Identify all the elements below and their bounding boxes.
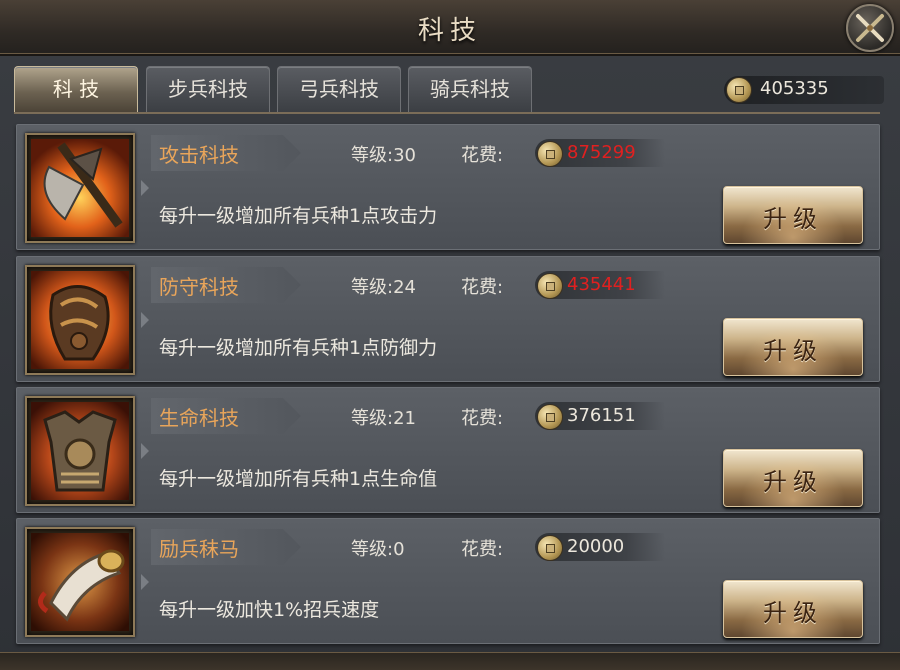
title-bar: 科技 xyxy=(0,0,900,56)
upgrade-button[interactable]: 升级 xyxy=(723,449,863,507)
currency-display: 405335 xyxy=(724,76,884,104)
row-notch xyxy=(141,312,149,328)
upgrade-button-label: 升级 xyxy=(763,599,823,627)
tech-level: 等级:21 xyxy=(351,408,416,429)
bottom-frame xyxy=(0,652,900,670)
shoulder-armor-icon xyxy=(25,265,135,375)
tech-name: 防守科技 xyxy=(159,275,239,299)
tech-level: 等级:24 xyxy=(351,277,416,298)
tech-row-defense: 防守科技 等级:24 花费: 435441 每升一级增加所有兵种1点防御力 升级 xyxy=(16,256,880,382)
cost-bar: 435441 xyxy=(535,271,665,299)
war-horn-icon xyxy=(25,527,135,637)
cost-bar: 875299 xyxy=(535,139,665,167)
tech-row-recruit: 励兵秣马 等级:0 花费: 20000 每升一级加快1%招兵速度 升级 xyxy=(16,518,880,644)
row-notch xyxy=(141,443,149,459)
tech-cost: 376151 xyxy=(567,405,636,426)
tech-row-attack: 攻击科技 等级:30 花费: 875299 每升一级增加所有兵种1点攻击力 升级 xyxy=(16,124,880,250)
cost-bar: 376151 xyxy=(535,402,665,430)
cost-label: 花费: xyxy=(461,145,504,166)
tech-description: 每升一级加快1%招兵速度 xyxy=(159,599,380,621)
coin-icon xyxy=(537,141,563,167)
upgrade-button-label: 升级 xyxy=(763,205,823,233)
chest-armor-icon xyxy=(25,396,135,506)
row-notch xyxy=(141,180,149,196)
upgrade-button[interactable]: 升级 xyxy=(723,318,863,376)
cost-label: 花费: xyxy=(461,277,504,298)
upgrade-button-label: 升级 xyxy=(763,468,823,496)
window-title: 科技 xyxy=(417,16,482,46)
tech-cost: 435441 xyxy=(567,274,636,295)
cost-label: 花费: xyxy=(461,539,504,560)
tech-cost: 20000 xyxy=(567,536,625,557)
tab-cavalry-tech[interactable]: 骑兵科技 xyxy=(408,66,532,113)
tech-name: 励兵秣马 xyxy=(159,537,239,561)
tab-archer-tech[interactable]: 弓兵科技 xyxy=(277,66,401,113)
row-notch xyxy=(141,574,149,590)
tech-description: 每升一级增加所有兵种1点攻击力 xyxy=(159,205,438,227)
upgrade-button[interactable]: 升级 xyxy=(723,186,863,244)
tech-level: 等级:30 xyxy=(351,145,416,166)
cost-bar: 20000 xyxy=(535,533,665,561)
coin-icon xyxy=(537,404,563,430)
upgrade-button[interactable]: 升级 xyxy=(723,580,863,638)
tab-tech[interactable]: 科 技 xyxy=(14,66,138,113)
upgrade-button-label: 升级 xyxy=(763,337,823,365)
tab-infantry-tech[interactable]: 步兵科技 xyxy=(146,66,270,113)
tab-divider xyxy=(14,112,880,114)
tech-cost: 875299 xyxy=(567,142,636,163)
tech-name: 攻击科技 xyxy=(159,143,239,167)
coin-icon xyxy=(537,535,563,561)
tech-level: 等级:0 xyxy=(351,539,405,560)
crossed-swords-icon xyxy=(856,14,884,42)
coin-icon xyxy=(726,77,752,103)
tech-row-health: 生命科技 等级:21 花费: 376151 每升一级增加所有兵种1点生命值 升级 xyxy=(16,387,880,513)
axe-icon xyxy=(25,133,135,243)
tech-description: 每升一级增加所有兵种1点防御力 xyxy=(159,337,438,359)
coin-icon xyxy=(537,273,563,299)
cost-label: 花费: xyxy=(461,408,504,429)
tech-description: 每升一级增加所有兵种1点生命值 xyxy=(159,468,438,490)
close-button[interactable] xyxy=(846,4,894,52)
currency-value: 405335 xyxy=(760,78,829,99)
tech-window: 科技 科 技 步兵科技 弓兵科技 骑兵科技 405335 攻击科技 等级:30 … xyxy=(0,0,900,670)
tech-name: 生命科技 xyxy=(159,406,239,430)
